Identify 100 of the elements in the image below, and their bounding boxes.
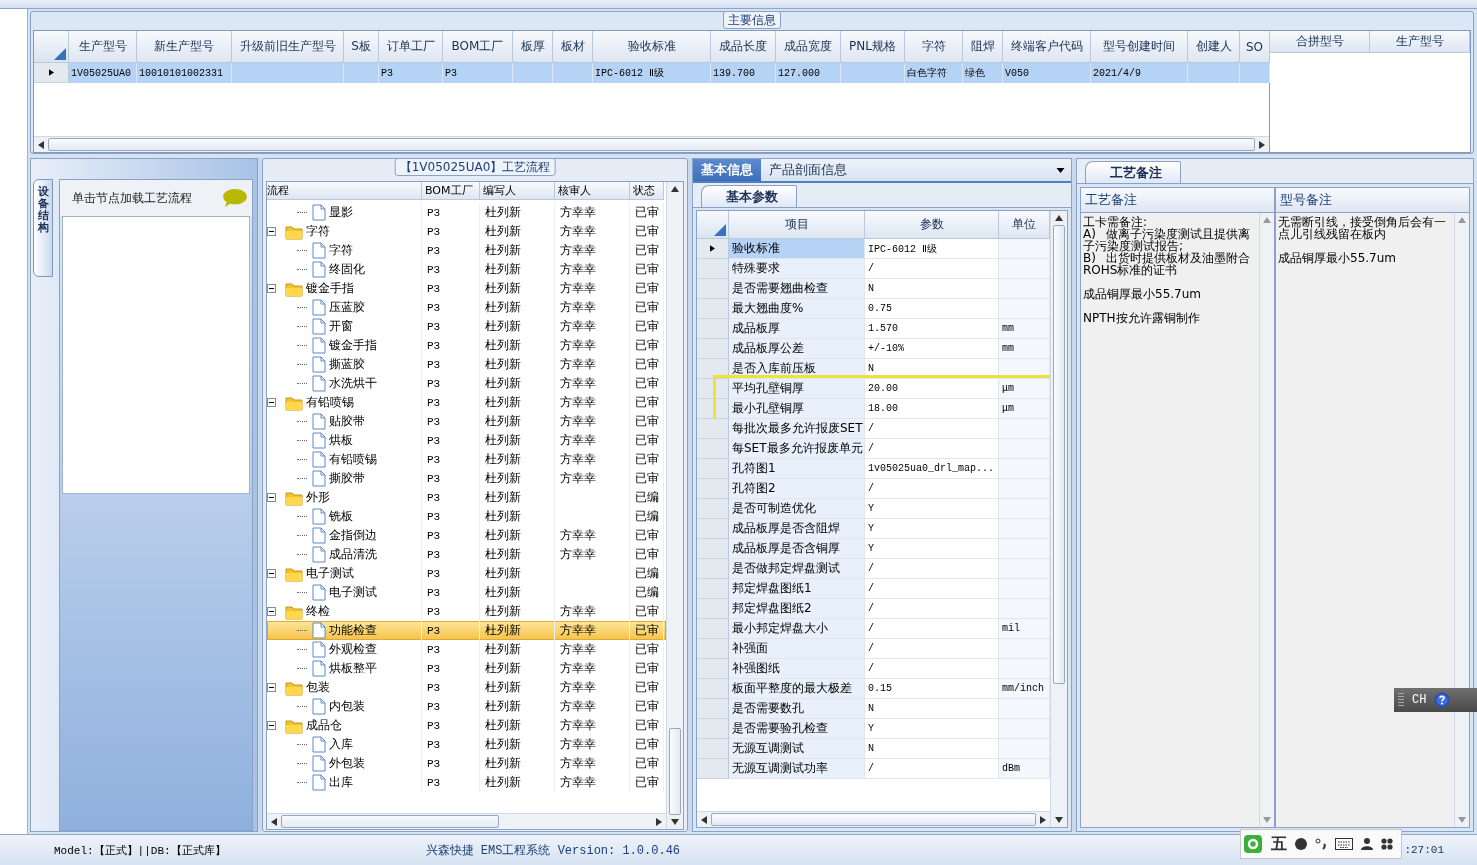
column-header[interactable]: 验收标准 bbox=[593, 31, 711, 63]
scroll-left-icon[interactable] bbox=[37, 140, 45, 149]
tree-row[interactable]: 成品仓 P3 杜列新 方幸幸 已审 bbox=[267, 716, 666, 735]
splitter-handle[interactable] bbox=[1072, 158, 1076, 832]
tree-row[interactable]: 烘板 P3 杜列新 方幸幸 已审 bbox=[267, 431, 666, 450]
collapse-icon[interactable] bbox=[267, 284, 276, 293]
horizontal-scrollbar[interactable] bbox=[697, 811, 1050, 827]
column-header[interactable]: 单位 bbox=[999, 211, 1050, 239]
scroll-right-icon[interactable] bbox=[1258, 140, 1266, 149]
vertical-tab[interactable]: 设备结构 bbox=[33, 179, 53, 277]
tab[interactable]: 工艺备注 bbox=[1085, 161, 1181, 183]
scroll-right-icon[interactable] bbox=[655, 817, 663, 826]
column-header[interactable]: 编写人 bbox=[480, 182, 555, 200]
column-header[interactable]: PNL规格 bbox=[841, 31, 905, 63]
scroll-left-icon[interactable] bbox=[270, 817, 278, 826]
scroll-right-icon[interactable] bbox=[1039, 815, 1047, 824]
selected-row[interactable]: 功能检查 P3 杜列新 方幸幸 已审 bbox=[267, 621, 666, 640]
scroll-down-icon[interactable] bbox=[671, 818, 679, 826]
column-header[interactable]: 订单工厂 bbox=[379, 31, 443, 63]
grid-icon[interactable] bbox=[1381, 838, 1393, 850]
language-indicator[interactable]: CH bbox=[1412, 693, 1427, 707]
tab[interactable]: 产品剖面信息 bbox=[761, 159, 855, 181]
scroll-up-icon[interactable] bbox=[671, 185, 679, 193]
column-header[interactable]: BOM工厂 bbox=[443, 31, 513, 63]
column-header[interactable]: 合拼型号 bbox=[1270, 31, 1370, 53]
tree-row[interactable]: 电子测试 P3 杜列新 已编 bbox=[267, 583, 666, 602]
user-icon[interactable] bbox=[1361, 838, 1373, 850]
tree-row[interactable]: 字符 P3 杜列新 方幸幸 已审 bbox=[267, 222, 666, 241]
column-header[interactable]: 状态 bbox=[630, 182, 664, 200]
tab[interactable]: 基本参数 bbox=[701, 185, 797, 207]
tree-row[interactable]: 终固化 P3 杜列新 方幸幸 已审 bbox=[267, 260, 666, 279]
collapse-icon[interactable] bbox=[267, 227, 276, 236]
column-header[interactable]: 生产型号 bbox=[1370, 31, 1470, 53]
column-header[interactable]: 成品长度 bbox=[711, 31, 776, 63]
column-header[interactable]: 项目 bbox=[729, 211, 865, 239]
scroll-thumb[interactable] bbox=[1053, 225, 1065, 684]
punctuation-icon[interactable] bbox=[1315, 838, 1327, 850]
column-header[interactable]: 新生产型号 bbox=[137, 31, 232, 63]
vertical-scrollbar[interactable] bbox=[1050, 211, 1067, 827]
scroll-thumb[interactable] bbox=[669, 728, 681, 815]
tree-row[interactable]: 外形 P3 杜列新 已编 bbox=[267, 488, 666, 507]
column-header[interactable]: SO bbox=[1240, 31, 1270, 63]
collapse-icon[interactable] bbox=[267, 721, 276, 730]
tree-row[interactable]: 金指倒边 P3 杜列新 方幸幸 已审 bbox=[267, 526, 666, 545]
tree-row[interactable]: 压蓝胶 P3 杜列新 方幸幸 已审 bbox=[267, 298, 666, 317]
column-header[interactable]: 生产型号 bbox=[69, 31, 137, 63]
column-header[interactable]: 终端客户代码 bbox=[1003, 31, 1091, 63]
ime-logo-icon[interactable] bbox=[1243, 834, 1263, 854]
scroll-left-icon[interactable] bbox=[700, 815, 708, 824]
scroll-thumb[interactable] bbox=[281, 815, 500, 828]
tree-row[interactable]: 镀金手指 P3 杜列新 方幸幸 已审 bbox=[267, 336, 666, 355]
column-header[interactable]: 创建人 bbox=[1188, 31, 1240, 63]
dot-icon[interactable] bbox=[1295, 838, 1307, 850]
tree-row[interactable]: 电子测试 P3 杜列新 已编 bbox=[267, 564, 666, 583]
tree-row[interactable]: 水洗烘干 P3 杜列新 方幸幸 已审 bbox=[267, 374, 666, 393]
collapse-icon[interactable] bbox=[267, 683, 276, 692]
column-header[interactable]: 核审人 bbox=[555, 182, 630, 200]
column-header[interactable]: 型号创建时间 bbox=[1091, 31, 1188, 63]
column-header[interactable]: BOM工厂 bbox=[422, 182, 480, 200]
help-icon[interactable] bbox=[1434, 692, 1451, 708]
splitter-handle[interactable] bbox=[258, 158, 262, 832]
tree-row[interactable]: 有铅喷锡 P3 杜列新 方幸幸 已审 bbox=[267, 450, 666, 469]
column-header[interactable]: 阻焊 bbox=[963, 31, 1003, 63]
dropdown-caret-icon[interactable] bbox=[1056, 167, 1065, 173]
tree-row[interactable]: 撕胶带 P3 杜列新 方幸幸 已审 bbox=[267, 469, 666, 488]
row-header[interactable] bbox=[697, 239, 729, 259]
column-header[interactable]: 成品宽度 bbox=[776, 31, 841, 63]
tree-row[interactable]: 字符 P3 杜列新 方幸幸 已审 bbox=[267, 241, 666, 260]
vertical-scrollbar[interactable] bbox=[666, 182, 683, 829]
tree-row[interactable]: 显影 P3 杜列新 方幸幸 已审 bbox=[267, 203, 666, 222]
column-header[interactable]: 板厚 bbox=[513, 31, 553, 63]
tree-row[interactable]: 有铅喷锡 P3 杜列新 方幸幸 已审 bbox=[267, 393, 666, 412]
scroll-down-icon[interactable] bbox=[1055, 816, 1063, 824]
column-header[interactable]: 流程 bbox=[267, 182, 422, 200]
tree-row[interactable]: 入库 P3 杜列新 方幸幸 已审 bbox=[267, 735, 666, 754]
tree-row[interactable]: 内包装 P3 杜列新 方幸幸 已审 bbox=[267, 697, 666, 716]
keyboard-icon[interactable] bbox=[1335, 838, 1353, 850]
tab[interactable]: 基本信息 bbox=[693, 159, 761, 181]
column-header[interactable]: 参数 bbox=[865, 211, 999, 239]
column-header[interactable]: 升级前旧生产型号 bbox=[232, 31, 344, 63]
tree-row[interactable]: 成品清洗 P3 杜列新 方幸幸 已审 bbox=[267, 545, 666, 564]
tree-row[interactable]: 撕蓝胶 P3 杜列新 方幸幸 已审 bbox=[267, 355, 666, 374]
tree-row[interactable]: 镀金手指 P3 杜列新 方幸幸 已审 bbox=[267, 279, 666, 298]
tree-row[interactable]: 开窗 P3 杜列新 方幸幸 已审 bbox=[267, 317, 666, 336]
column-header[interactable]: 板材 bbox=[553, 31, 593, 63]
tree-row[interactable]: 贴胶带 P3 杜列新 方幸幸 已审 bbox=[267, 412, 666, 431]
scroll-up-icon[interactable] bbox=[1055, 214, 1063, 222]
collapse-icon[interactable] bbox=[267, 569, 276, 578]
column-header[interactable]: S板 bbox=[344, 31, 379, 63]
tree-row[interactable]: 烘板整平 P3 杜列新 方幸幸 已审 bbox=[267, 659, 666, 678]
tree-row[interactable]: 铣板 P3 杜列新 已编 bbox=[267, 507, 666, 526]
row-header[interactable] bbox=[34, 63, 69, 83]
ime-mode[interactable]: 五 bbox=[1271, 833, 1287, 855]
collapse-icon[interactable] bbox=[267, 607, 276, 616]
column-header[interactable]: 字符 bbox=[905, 31, 963, 63]
horizontal-scrollbar[interactable] bbox=[34, 136, 1269, 152]
tree-row[interactable]: 出库 P3 杜列新 方幸幸 已审 bbox=[267, 773, 666, 792]
tree-row[interactable]: 外包装 P3 杜列新 方幸幸 已审 bbox=[267, 754, 666, 773]
splitter-handle[interactable] bbox=[688, 158, 692, 832]
horizontal-scrollbar[interactable] bbox=[267, 813, 666, 829]
